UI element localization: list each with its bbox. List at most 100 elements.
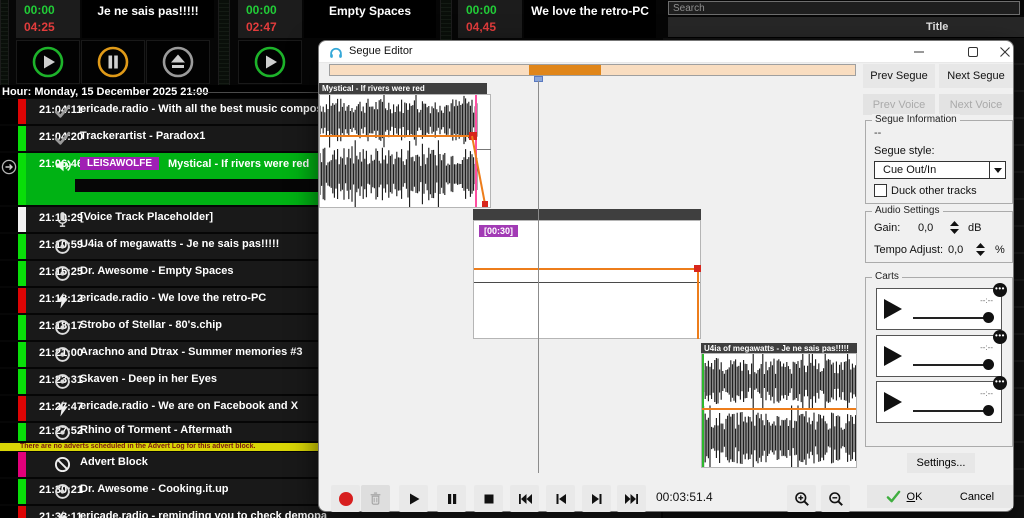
cart-play-button[interactable] — [883, 345, 903, 372]
close-button[interactable] — [989, 41, 1021, 63]
pause-button[interactable] — [437, 485, 466, 512]
envelope-handle[interactable] — [469, 132, 477, 140]
volume-envelope[interactable] — [474, 268, 698, 270]
skip-to-end-button[interactable] — [617, 485, 646, 512]
segue-overview-bar[interactable] — [329, 64, 856, 76]
waveform-graph — [701, 352, 857, 471]
deck3-title: We love the retro-PC — [524, 0, 656, 38]
search-input[interactable] — [668, 1, 1020, 15]
deck2-play-button[interactable] — [238, 40, 302, 84]
cart-menu-button[interactable]: ••• — [993, 376, 1007, 390]
cart-volume-knob[interactable] — [983, 358, 994, 370]
skip-start-icon — [518, 493, 532, 504]
zoom-in-button[interactable] — [787, 485, 816, 512]
fade-edge[interactable] — [697, 268, 699, 339]
track2-waveform[interactable]: [00:30] — [473, 220, 701, 339]
gain-label: Gain: — [874, 222, 901, 234]
row-gutter — [0, 369, 18, 394]
gain-value[interactable]: 0,0 — [918, 222, 933, 234]
cart-volume-knob[interactable] — [983, 312, 994, 323]
maximize-button[interactable] — [957, 41, 989, 63]
cancel-button[interactable]: Cancel — [941, 485, 1013, 508]
cue-in-marker[interactable] — [702, 354, 704, 467]
tempo-value[interactable]: 0,0 — [948, 244, 963, 256]
row-text-line: Dr. Awesome - Empty Spaces — [80, 265, 233, 277]
row-gutter — [0, 396, 18, 421]
row-status-bar — [18, 288, 26, 313]
deck1-title: Je ne sais pas!!!!! — [82, 0, 214, 38]
cart-volume-slider[interactable] — [913, 317, 991, 319]
next-voice-button[interactable]: Next Voice — [939, 94, 1013, 115]
delete-button[interactable] — [361, 485, 390, 512]
ok-button[interactable]: OK — [867, 485, 941, 508]
deck2-remaining: 02:47 — [246, 20, 277, 34]
row-gutter — [0, 153, 18, 205]
segue-overview-segment[interactable] — [529, 65, 601, 75]
previous-marker-button[interactable] — [546, 485, 575, 512]
settings-button[interactable]: Settings... — [907, 453, 975, 473]
track3-waveform[interactable] — [701, 352, 857, 471]
prev-voice-button[interactable]: Prev Voice — [863, 94, 935, 115]
play-icon — [32, 46, 64, 78]
cart-play-button[interactable] — [883, 298, 903, 325]
tempo-spinner[interactable] — [976, 243, 985, 256]
dialog-titlebar[interactable]: Segue Editor — [319, 41, 1013, 63]
play-button[interactable] — [399, 485, 428, 512]
cart-play-button[interactable] — [883, 391, 903, 418]
row-status-bar — [18, 234, 26, 259]
cart-time: --:-- — [980, 389, 993, 398]
prev-icon — [556, 493, 566, 504]
gain-spinner[interactable] — [950, 221, 959, 234]
library-column-title[interactable]: Title — [668, 17, 1024, 38]
row-status-bar — [18, 207, 26, 232]
row-title: ericade.radio - reminding you to check d… — [80, 510, 327, 518]
row-status-bar — [18, 423, 26, 441]
skip-to-start-button[interactable] — [510, 485, 539, 512]
transport-time: 00:03:51.4 — [656, 490, 713, 504]
row-title: Arachno and Dtrax - Summer memories #3 — [80, 346, 303, 358]
row-status-bar — [18, 261, 26, 286]
zoom-out-button[interactable] — [821, 485, 850, 512]
row-title: Dr. Awesome - Cooking.it.up — [80, 483, 229, 495]
tempo-label: Tempo Adjust: — [874, 244, 944, 256]
duck-other-tracks-row: Duck other tracks — [874, 184, 977, 197]
row-text-line: ericade.radio - We love the retro-PC — [80, 292, 266, 304]
zoom-in-icon — [794, 491, 809, 506]
now-playing-arrow-icon — [1, 159, 17, 175]
deck1-pause-button[interactable] — [81, 40, 145, 84]
cart-volume-slider[interactable] — [913, 363, 991, 366]
cart-time: --:-- — [980, 296, 993, 305]
row-gutter — [0, 423, 18, 441]
row-gutter — [0, 506, 18, 518]
duck-checkbox[interactable] — [874, 184, 887, 197]
volume-envelope[interactable] — [320, 135, 473, 137]
cart-menu-button[interactable]: ••• — [993, 329, 1007, 344]
cart-volume-knob[interactable] — [983, 405, 994, 416]
radio-automation-app: 00:00 04:25 Je ne sais pas!!!!! 00:00 02… — [0, 0, 1024, 518]
deck1-eject-button[interactable] — [146, 40, 210, 84]
bolt-icon — [54, 510, 71, 518]
track1-waveform[interactable] — [319, 92, 491, 208]
prev-segue-button[interactable]: Prev Segue — [863, 64, 935, 88]
next-marker-button[interactable] — [582, 485, 611, 512]
track2-header — [473, 209, 701, 220]
row-status-bar — [18, 126, 26, 151]
cart-menu-button[interactable]: ••• — [993, 283, 1007, 297]
row-gutter — [0, 315, 18, 340]
check-icon — [54, 130, 71, 147]
volume-envelope[interactable] — [702, 408, 856, 410]
record-button[interactable] — [331, 485, 360, 512]
dialog-title: Segue Editor — [349, 45, 413, 57]
cue-out-marker[interactable] — [475, 95, 477, 207]
eject-icon — [162, 46, 194, 78]
segue-style-select[interactable]: Cue Out/In — [874, 161, 1006, 179]
minimize-button[interactable] — [903, 41, 935, 63]
next-segue-button[interactable]: Next Segue — [939, 64, 1013, 88]
cart-volume-slider[interactable] — [913, 410, 991, 412]
ok-label: OK — [906, 490, 923, 503]
envelope-handle[interactable] — [694, 265, 701, 272]
deck1-play-button[interactable] — [16, 40, 80, 84]
row-status-bar — [18, 99, 26, 124]
chevron-down-icon[interactable] — [989, 162, 1005, 178]
stop-button[interactable] — [474, 485, 503, 512]
